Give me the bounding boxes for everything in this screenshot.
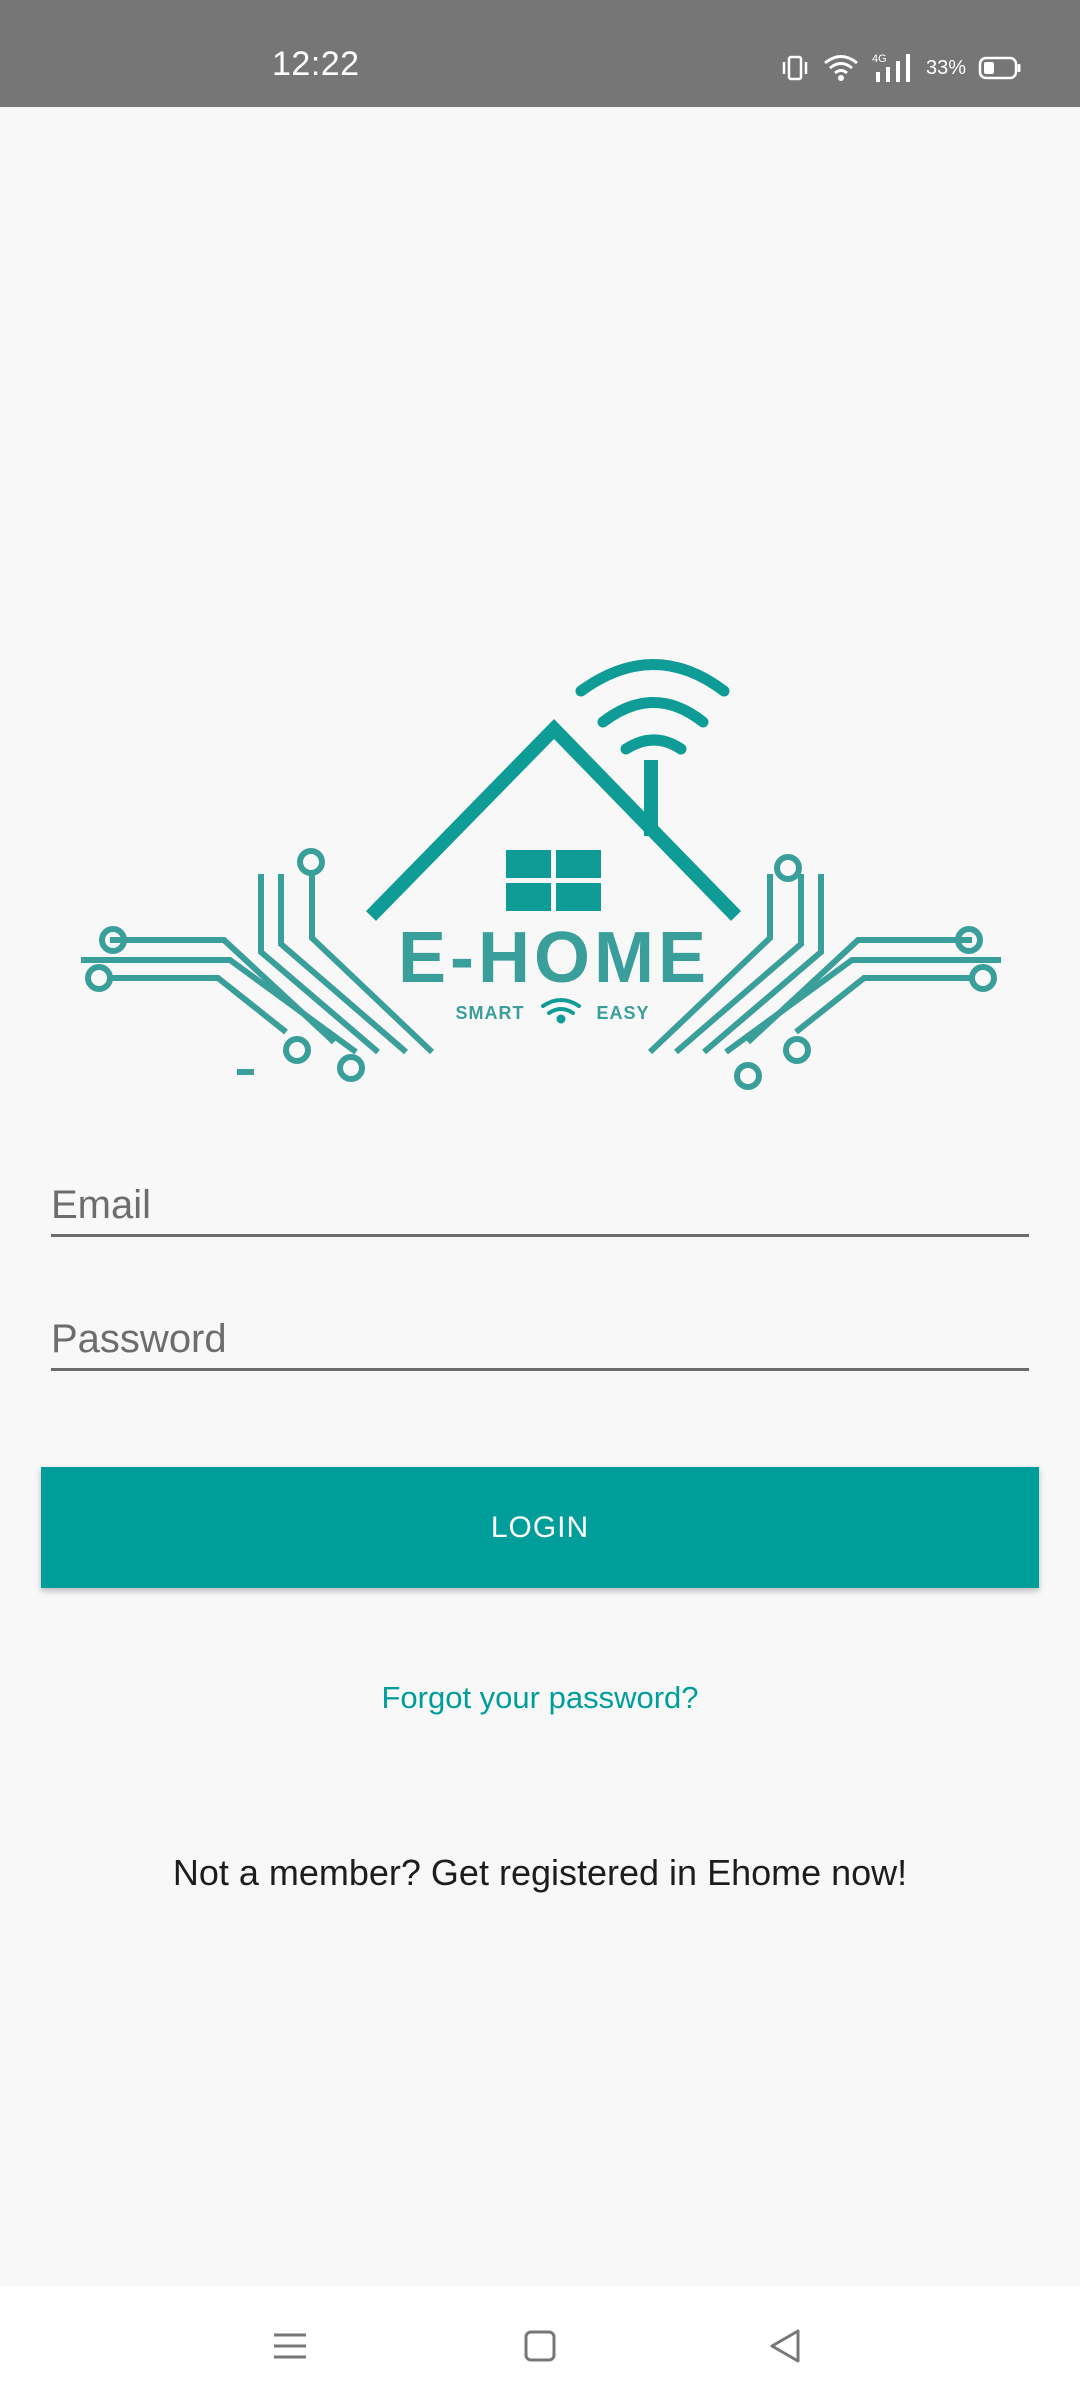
status-bar: 12:22 4G 33% [0,0,1080,107]
register-prompt[interactable]: Not a member? Get registered in Ehome no… [0,1852,1080,1894]
battery-percent: 33% [925,57,966,79]
logo-tag-left: SMART [456,1003,525,1023]
battery-icon [978,55,1022,81]
login-screen: 12:22 4G 33% E-HOME SMART EASY Email LOG… [0,0,1080,2400]
logo-house-icon [365,718,742,921]
navigation-bar [0,2286,1080,2400]
network-type-label: 4G [872,53,887,65]
signal-icon: 4G [872,52,914,84]
logo-window-icon [506,850,601,911]
password-field[interactable] [51,1298,1029,1371]
logo-wifi-icon [575,659,730,755]
home-square-icon[interactable] [500,2306,580,2386]
wifi-icon [822,53,860,83]
vibrate-icon [780,53,810,83]
password-input[interactable] [51,1317,1029,1362]
email-field[interactable] [51,1164,1029,1237]
ehome-logo: E-HOME SMART EASY [81,659,1001,1090]
forgot-password-link[interactable]: Forgot your password? [0,1680,1080,1716]
logo-tag-right: EASY [596,1003,649,1023]
email-input[interactable] [51,1183,1029,1228]
status-time: 12:22 [272,45,360,83]
logo-brand-text: E-HOME [398,918,710,998]
login-button[interactable]: LOGIN [41,1467,1039,1588]
back-triangle-icon[interactable] [746,2306,826,2386]
logo-small-wifi-icon [541,998,581,1024]
status-icons: 4G 33% [780,48,1022,88]
menu-icon[interactable] [250,2306,330,2386]
logo-circuit-left [81,848,435,1082]
